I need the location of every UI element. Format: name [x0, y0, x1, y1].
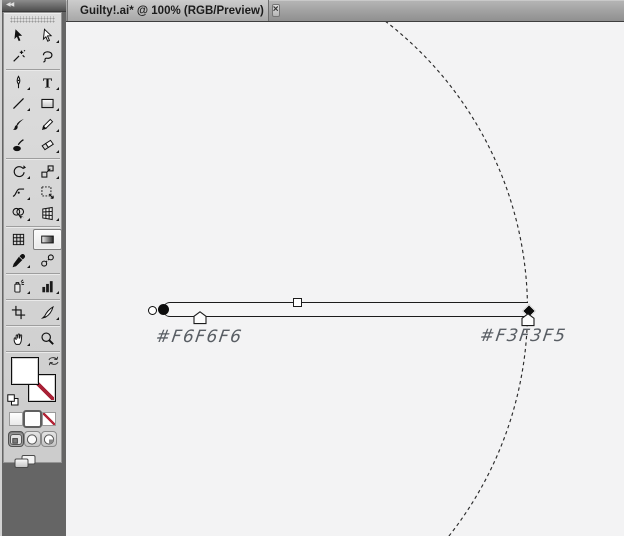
panel-gripper[interactable]: [10, 16, 55, 23]
document-tab-title: Guilty!.ai* @ 100% (RGB/Preview): [80, 4, 264, 17]
blend-icon: [41, 254, 54, 267]
column-graph-tool[interactable]: [33, 276, 62, 297]
gradient-stop-end[interactable]: [521, 313, 535, 327]
rotate-tool[interactable]: [4, 161, 33, 182]
symbol-sprayer-icon: [14, 279, 25, 293]
artboard-icon: [11, 305, 26, 320]
draw-inside-button[interactable]: [40, 431, 57, 447]
free-transform-tool[interactable]: [33, 182, 62, 203]
gradient-extent-dashed-circle[interactable]: [66, 22, 528, 536]
pen-icon: [16, 75, 21, 89]
fill-swatch[interactable]: [11, 357, 39, 385]
gradient-start-handle[interactable]: [158, 304, 169, 315]
tools-dock: ◀◀ T: [0, 0, 66, 536]
swap-fill-stroke-icon[interactable]: [47, 355, 60, 367]
magic-wand-icon: [13, 49, 26, 62]
type-tool[interactable]: T: [33, 72, 62, 93]
blob-brush-tool[interactable]: [4, 135, 33, 156]
eraser-tool[interactable]: [33, 135, 62, 156]
gradient-button[interactable]: [23, 410, 42, 428]
zoom-icon: [41, 332, 54, 345]
shape-builder-icon: [12, 207, 25, 219]
hand-tool[interactable]: [4, 328, 33, 349]
dock-header: ◀◀: [2, 0, 66, 12]
paintbrush-icon: [12, 118, 24, 130]
paintbrush-tool[interactable]: [4, 114, 33, 135]
lasso-icon: [42, 51, 53, 63]
gradient-extent-overlay: [66, 22, 528, 536]
document-tab-bar: Guilty!.ai* @ 100% (RGB/Preview) ×: [66, 0, 624, 22]
tab-close-button[interactable]: ×: [271, 4, 280, 17]
pencil-tool[interactable]: [33, 114, 62, 135]
shape-builder-tool[interactable]: [4, 203, 33, 224]
perspective-grid-tool[interactable]: [33, 203, 62, 224]
selection-icon: [14, 29, 23, 42]
pencil-icon: [42, 118, 54, 130]
start-color-annotation: #F6F6F6: [154, 327, 244, 347]
type-icon: T: [43, 76, 53, 90]
pen-tool[interactable]: [4, 72, 33, 93]
slice-tool[interactable]: [33, 302, 62, 323]
draw-normal-icon: [10, 433, 23, 445]
rectangle-tool[interactable]: [33, 93, 62, 114]
width-tool-icon: [12, 188, 25, 197]
mesh-icon: [12, 233, 25, 246]
draw-normal-button[interactable]: [8, 431, 25, 447]
artboard-tool[interactable]: [4, 302, 33, 323]
direct-selection-tool[interactable]: [33, 25, 62, 46]
draw-behind-button[interactable]: [24, 431, 41, 447]
eraser-icon: [41, 139, 54, 151]
end-color-annotation: #F3F3F5: [478, 326, 568, 346]
gradient-origin-ring[interactable]: [148, 306, 157, 315]
gradient-tool[interactable]: [33, 229, 62, 250]
draw-inside-icon: [43, 433, 54, 445]
zoom-tool[interactable]: [33, 328, 62, 349]
gradient-icon: [41, 235, 54, 244]
swatch-area: [4, 354, 62, 409]
blob-brush-icon: [13, 139, 24, 152]
mesh-tool[interactable]: [4, 229, 33, 250]
perspective-grid-icon: [42, 206, 53, 221]
illustrator-window: ◀◀ T Guilty!.ai* @ 100% (RGB/Preview) × …: [0, 0, 624, 536]
direct-selection-icon: [42, 28, 53, 42]
line-segment-tool[interactable]: [4, 93, 33, 114]
eyedropper-tool[interactable]: [4, 250, 33, 271]
line-segment-icon: [13, 98, 24, 109]
collapse-dock-icon[interactable]: ◀◀: [6, 1, 14, 8]
gradient-annotator-bar[interactable]: [163, 302, 528, 317]
gradient-midpoint-handle[interactable]: [293, 298, 302, 307]
canvas[interactable]: #F6F6F6 #F3F3F5: [66, 22, 624, 536]
rotate-icon: [13, 165, 26, 178]
change-screen-mode-icon[interactable]: [13, 454, 37, 470]
symbol-sprayer-tool[interactable]: [4, 276, 33, 297]
tools-panel: T: [3, 12, 62, 468]
width-tool[interactable]: [4, 182, 33, 203]
slice-icon: [40, 305, 54, 320]
lasso-tool[interactable]: [33, 46, 62, 67]
rectangle-icon: [41, 98, 54, 109]
free-transform-icon: [41, 186, 54, 199]
selection-tool[interactable]: [4, 25, 33, 46]
svg-text:T: T: [43, 76, 53, 90]
drawing-modes-row: [4, 428, 61, 450]
screen-mode-row: [4, 450, 61, 470]
blend-tool[interactable]: [33, 250, 62, 271]
none-button[interactable]: [41, 412, 56, 426]
document-tab[interactable]: Guilty!.ai* @ 100% (RGB/Preview) ×: [67, 0, 280, 21]
column-graph-icon: [42, 281, 53, 293]
draw-behind-icon: [27, 433, 38, 445]
paint-style-row: [4, 409, 61, 428]
eyedropper-icon: [12, 253, 26, 268]
magic-wand-tool[interactable]: [4, 46, 33, 67]
gradient-stop-start[interactable]: [193, 311, 207, 325]
default-fill-stroke-icon[interactable]: [7, 394, 19, 406]
scale-tool[interactable]: [33, 161, 62, 182]
color-button[interactable]: [9, 412, 24, 426]
scale-icon: [41, 165, 54, 178]
hand-icon: [13, 333, 23, 345]
